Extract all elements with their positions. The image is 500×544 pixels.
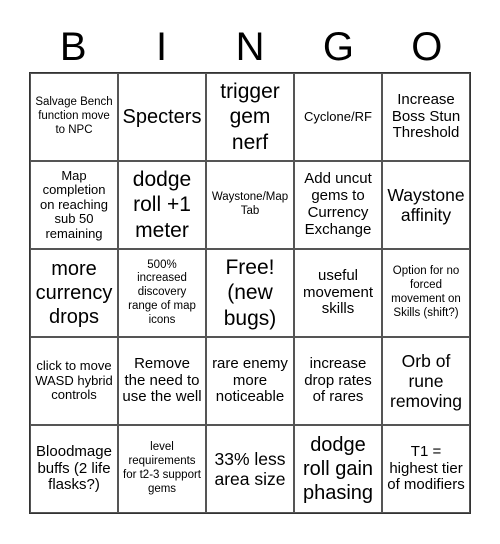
bingo-cell[interactable]: dodge roll +1 meter (118, 161, 206, 249)
bingo-header: B I N G O (29, 22, 471, 72)
bingo-cell[interactable]: Waystone/Map Tab (206, 161, 294, 249)
bingo-cell[interactable]: Bloodmage buffs (2 life flasks?) (30, 425, 118, 513)
header-letter-b: B (59, 25, 87, 69)
bingo-cell[interactable]: Salvage Bench function move to NPC (30, 73, 118, 161)
bingo-cell[interactable]: more currency drops (30, 249, 118, 337)
bingo-cell[interactable]: increase drop rates of rares (294, 337, 382, 425)
bingo-cell[interactable]: level requirements for t2-3 support gems (118, 425, 206, 513)
bingo-cell[interactable]: 33% less area size (206, 425, 294, 513)
bingo-cell[interactable]: click to move WASD hybrid controls (30, 337, 118, 425)
bingo-cell[interactable]: Orb of rune removing (382, 337, 470, 425)
bingo-cell[interactable]: Add uncut gems to Currency Exchange (294, 161, 382, 249)
bingo-cell[interactable]: T1 = highest tier of modifiers (382, 425, 470, 513)
bingo-cell[interactable]: rare enemy more noticeable (206, 337, 294, 425)
bingo-cell-free[interactable]: Free! (new bugs) (206, 249, 294, 337)
header-letter-i: I (156, 25, 168, 69)
bingo-cell[interactable]: Increase Boss Stun Threshold (382, 73, 470, 161)
bingo-cell[interactable]: Remove the need to use the well (118, 337, 206, 425)
bingo-cell[interactable]: dodge roll gain phasing (294, 425, 382, 513)
bingo-cell[interactable]: Map completion on reaching sub 50 remain… (30, 161, 118, 249)
header-letter-n: N (235, 25, 265, 69)
bingo-cell[interactable]: useful movement skills (294, 249, 382, 337)
bingo-card: Salvage Bench function move to NPC Spect… (29, 72, 471, 514)
bingo-cell[interactable]: trigger gem nerf (206, 73, 294, 161)
bingo-cell[interactable]: Specters (118, 73, 206, 161)
bingo-cell[interactable]: Waystone affinity (382, 161, 470, 249)
header-letter-g: G (322, 25, 354, 69)
header-letter-o: O (411, 25, 443, 69)
bingo-cell[interactable]: Option for no forced movement on Skills … (382, 249, 470, 337)
bingo-cell[interactable]: Cyclone/RF (294, 73, 382, 161)
bingo-cell[interactable]: 500% increased discovery range of map ic… (118, 249, 206, 337)
